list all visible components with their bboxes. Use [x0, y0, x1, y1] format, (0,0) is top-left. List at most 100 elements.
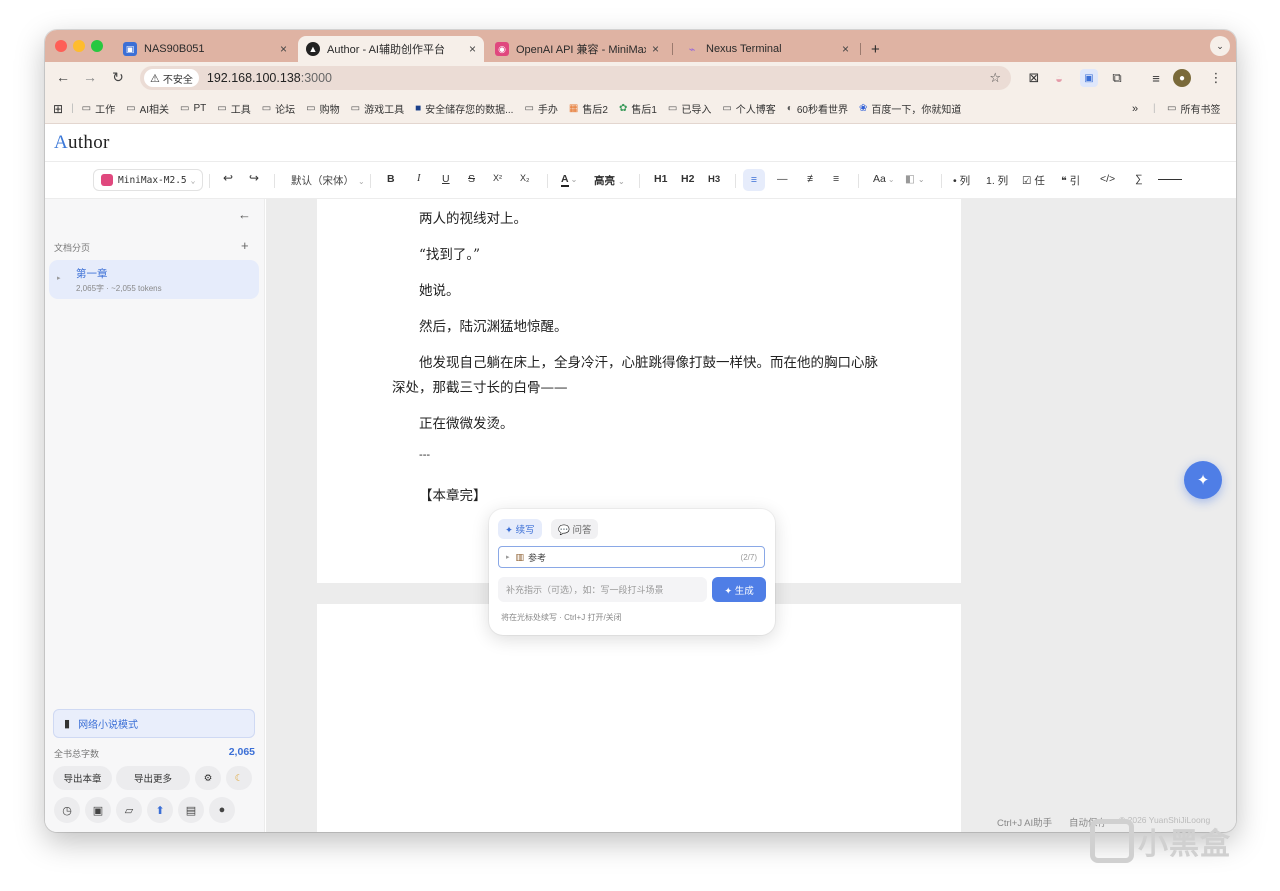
reload-button[interactable]: ↻: [108, 69, 128, 86]
chevron-down-icon: ⌄: [358, 177, 365, 186]
bookmark-item[interactable]: ▭ 个人博客: [722, 101, 775, 116]
browser-tab-nexus[interactable]: ⌁ Nexus Terminal ×: [677, 36, 857, 62]
star-icon[interactable]: ☆: [989, 70, 1001, 86]
shortcut-hint: Ctrl+J AI助手: [997, 818, 1053, 829]
strikethrough-button[interactable]: S: [468, 173, 475, 185]
dark-mode-button[interactable]: ☾: [226, 766, 252, 790]
browser-tab-nas[interactable]: ▣ NAS90B051 ×: [115, 36, 295, 62]
math-button[interactable]: ∑: [1135, 173, 1143, 185]
align-right-icon: ≢: [807, 173, 818, 185]
align-center-button[interactable]: —: [777, 173, 788, 185]
superscript-button[interactable]: X²: [493, 173, 502, 183]
avatar[interactable]: ●: [1173, 69, 1191, 87]
subscript-button[interactable]: X₂: [520, 173, 530, 183]
ai-assistant-fab[interactable]: ✦: [1184, 461, 1222, 499]
sidebar-item-chapter[interactable]: ▸ 第一章 2,065字 · ~2,055 tokens: [49, 260, 259, 299]
close-tab-icon[interactable]: ×: [842, 42, 849, 56]
reference-toggle[interactable]: ▸ ▥ 参考 (2/7): [498, 546, 765, 568]
horizontal-rule-button[interactable]: [1158, 179, 1182, 180]
undo-icon[interactable]: ↩: [223, 171, 233, 185]
close-window-button[interactable]: [55, 40, 67, 52]
font-family-select[interactable]: 默认（宋体） ⌄: [291, 173, 365, 188]
settings-button[interactable]: ⚙: [195, 766, 221, 790]
extension-icon[interactable]: ⊠: [1025, 69, 1043, 87]
align-left-button[interactable]: ≡: [743, 169, 765, 191]
bookmark-item[interactable]: ❀ 百度一下，你就知道: [859, 101, 961, 116]
document-page[interactable]: [317, 604, 961, 832]
extension-icon[interactable]: ▣: [1080, 69, 1098, 87]
font-size-button[interactable]: Aa ⌄: [873, 173, 895, 185]
align-justify-button[interactable]: ≡: [833, 173, 839, 185]
add-page-button[interactable]: +: [241, 238, 249, 253]
security-label: 不安全: [162, 74, 193, 86]
export-chapter-button[interactable]: 导出本章: [53, 766, 112, 790]
new-tab-button[interactable]: +: [863, 36, 888, 62]
puzzle-icon[interactable]: ⧉: [1108, 69, 1126, 87]
heading-1-button[interactable]: H1: [654, 173, 667, 185]
close-tab-icon[interactable]: ×: [280, 42, 287, 56]
background-color-button[interactable]: ◧ ⌄: [905, 173, 925, 185]
more-menu-icon[interactable]: ⋮: [1207, 69, 1225, 87]
bookmark-item[interactable]: ✿ 售后1: [619, 101, 657, 116]
bookmark-item[interactable]: ▭ 工具: [217, 101, 250, 116]
bookmark-item[interactable]: ▦ 售后2: [569, 101, 608, 116]
heading-3-button[interactable]: H3: [708, 174, 720, 185]
bookmark-item[interactable]: ■ 安全储存您的数据...: [415, 101, 513, 116]
books-icon: ▥: [515, 551, 525, 562]
novel-mode-button[interactable]: ▮ 网络小说模式: [53, 709, 255, 738]
ordered-list-button[interactable]: 1. 列: [986, 173, 1008, 188]
underline-button[interactable]: U: [442, 173, 450, 185]
bookmark-item[interactable]: ▭ 游戏工具: [351, 101, 404, 116]
bookmark-item[interactable]: ▭ AI相关: [126, 101, 169, 116]
sparkle-icon: ✦: [1196, 472, 1210, 489]
reading-list-icon[interactable]: ≡: [1147, 69, 1165, 87]
paragraph: 两人的视线对上。: [419, 211, 527, 227]
redo-icon[interactable]: ↪: [249, 171, 259, 185]
font-color-button[interactable]: A ⌄: [561, 173, 577, 187]
bookmark-item[interactable]: ◐ 60秒看世界: [787, 101, 848, 116]
export-more-button[interactable]: 导出更多: [116, 766, 190, 790]
bold-button[interactable]: B: [387, 173, 395, 185]
bookmark-item[interactable]: ▭ PT: [180, 103, 206, 114]
all-bookmarks-button[interactable]: ▭ 所有书签: [1167, 101, 1220, 116]
bookmarks-overflow-button[interactable]: »: [1132, 103, 1138, 115]
bookmark-item[interactable]: ▭ 论坛: [262, 101, 295, 116]
extension-icon[interactable]: ◒: [1050, 69, 1068, 87]
blockquote-button[interactable]: ❝ 引: [1061, 173, 1080, 188]
chevron-down-icon: ⌄: [618, 177, 625, 186]
tab-search-button[interactable]: ⌄: [1210, 36, 1230, 56]
bookmark-item[interactable]: ▭ 手办: [524, 101, 557, 116]
apps-grid-icon[interactable]: ⊞: [53, 102, 63, 116]
omnibox[interactable]: ⚠ 不安全 192.168.100.138 :3000 ☆: [140, 66, 1011, 90]
minimize-window-button[interactable]: [73, 40, 85, 52]
chevron-down-icon: ⌄: [917, 175, 925, 184]
italic-button[interactable]: I: [417, 173, 421, 184]
bookmark-item[interactable]: ▭ 已导入: [668, 101, 711, 116]
security-chip[interactable]: ⚠ 不安全: [144, 69, 199, 87]
total-words-count: 2,065: [228, 746, 255, 758]
task-list-button[interactable]: ☑ 任: [1022, 173, 1045, 188]
bookmark-item[interactable]: ▭ 工作: [82, 101, 115, 116]
bullet-list-button[interactable]: • 列: [953, 173, 970, 188]
app-header: Author: [45, 125, 1236, 162]
close-tab-icon[interactable]: ×: [652, 42, 659, 56]
bookmark-item[interactable]: ▭ 购物: [306, 101, 339, 116]
paragraph: 【本章完】: [419, 488, 487, 504]
model-selector[interactable]: MiniMax-M2.5 ⌄: [93, 169, 204, 191]
forward-button[interactable]: →: [80, 69, 100, 85]
align-right-button[interactable]: ≢: [807, 173, 818, 185]
ai-instruction-input[interactable]: [498, 577, 707, 602]
code-button[interactable]: </>: [1100, 173, 1115, 185]
close-tab-icon[interactable]: ×: [469, 42, 476, 56]
zoom-window-button[interactable]: [91, 40, 103, 52]
collapse-sidebar-icon[interactable]: ←: [238, 207, 251, 222]
tab-continue-writing[interactable]: ✦ 续写: [498, 519, 542, 539]
back-button[interactable]: ←: [53, 69, 73, 85]
generate-button[interactable]: ✦ 生成: [712, 577, 766, 602]
browser-tab-author[interactable]: ▲ Author - AI辅助创作平台 ×: [298, 36, 484, 62]
highlight-button[interactable]: 高亮 ⌄: [594, 173, 625, 188]
heading-2-button[interactable]: H2: [681, 173, 694, 185]
storage-icon: ■: [415, 103, 422, 114]
tab-qa[interactable]: 💬 问答: [551, 519, 599, 539]
browser-tab-minimax[interactable]: ◉ OpenAI API 兼容 - MiniMax 开 ×: [487, 36, 667, 62]
